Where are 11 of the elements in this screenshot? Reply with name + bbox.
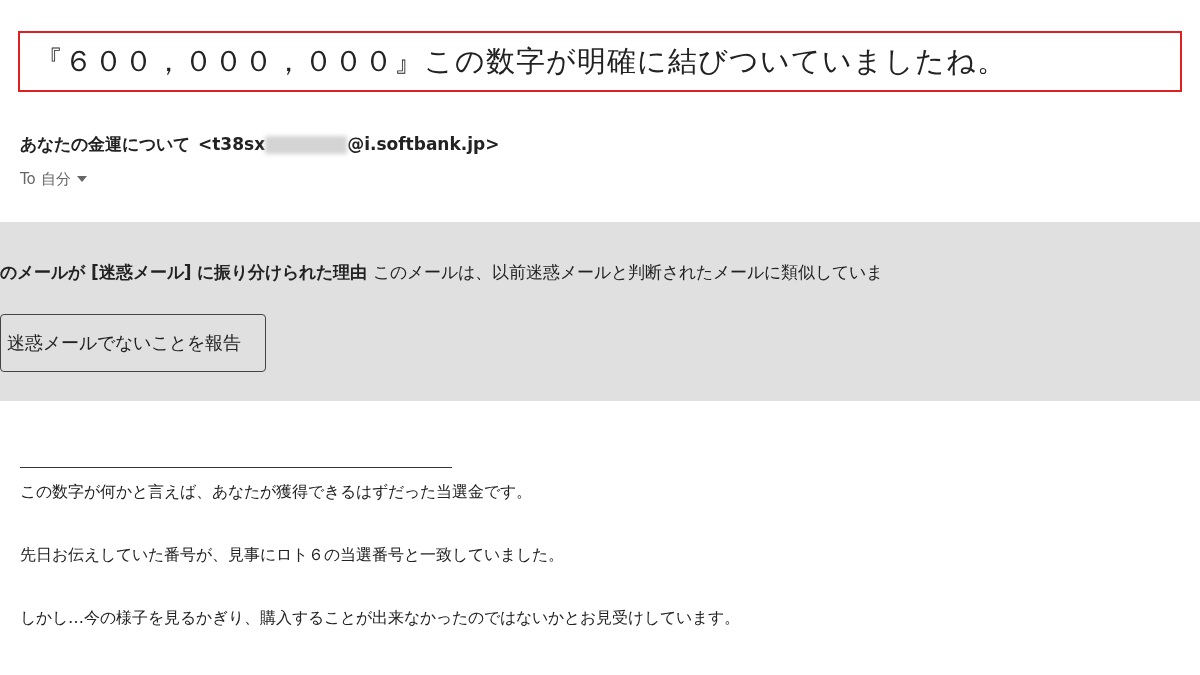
body-paragraph: この数字が何かと言えば、あなたが獲得できるはずだった当選金です。: [20, 481, 533, 503]
recipient-label: To 自分: [20, 168, 71, 190]
spam-reason-text: のメールが [迷惑メール] に振り分けられた理由 このメールは、以前迷惑メールと判断されたメールに類似していま: [0, 261, 883, 284]
subject-heading: 『６００，０００，０００』この数字が明確に結びついていましたね。: [18, 31, 1182, 92]
caret-icon[interactable]: [76, 175, 87, 182]
sender-address: @i.softbank.jp>: [347, 133, 500, 156]
body-paragraph: 先日お伝えしていた番号が、見事にロト６の当選番号と一致していました。: [20, 544, 565, 566]
body-paragraph: しかし…今の様子を見るかぎり、購入することが出来なかったのではないかとお見受けしています。: [20, 607, 741, 629]
sender-name: あなたの金運について: [20, 133, 190, 156]
sender-address: <t38sx: [198, 133, 266, 156]
not-spam-button[interactable]: 迷惑メールでないことを報告: [0, 313, 266, 372]
